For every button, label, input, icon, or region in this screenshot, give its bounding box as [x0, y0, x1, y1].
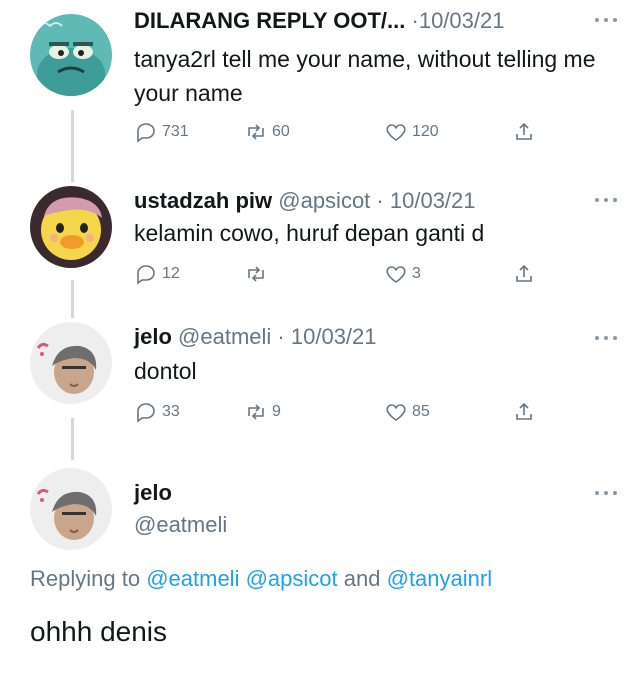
- tweet-1[interactable]: DILARANG REPLY OOT/... ·10/03/21 tanya2r…: [0, 0, 635, 170]
- reply-count: 33: [162, 403, 180, 420]
- main-author-handle[interactable]: @eatmeli: [134, 512, 227, 538]
- author-handle[interactable]: @apsicot: [278, 188, 370, 213]
- duck-avatar-icon[interactable]: [30, 186, 112, 268]
- reply-button[interactable]: 12: [134, 262, 180, 286]
- share-icon: [516, 402, 532, 420]
- retweet-button[interactable]: 9: [244, 400, 281, 424]
- girl-selfie-avatar-icon[interactable]: [30, 468, 112, 550]
- heart-icon: [386, 266, 406, 283]
- replying-to-line: Replying to @eatmeli @apsicot and @tanya…: [30, 566, 492, 592]
- like-button[interactable]: 3: [384, 262, 421, 286]
- like-count: 85: [412, 403, 430, 420]
- reply-icon: [137, 403, 155, 423]
- tweet-header: jelo @eatmeli · 10/03/21: [134, 324, 377, 350]
- mention-link[interactable]: @apsicot: [246, 566, 338, 591]
- retweet-icon: [248, 266, 264, 282]
- share-button[interactable]: [512, 120, 536, 144]
- like-count: 3: [412, 265, 421, 282]
- reply-icon: [137, 265, 155, 285]
- tweet-text: kelamin cowo, huruf depan ganti d: [134, 220, 485, 246]
- retweet-icon: [248, 404, 264, 420]
- more-options-icon[interactable]: [595, 488, 617, 498]
- tweet-date[interactable]: 10/03/21: [291, 324, 377, 349]
- main-author-name[interactable]: jelo: [134, 480, 172, 506]
- reply-button[interactable]: 33: [134, 400, 180, 424]
- separator: ·: [376, 188, 384, 213]
- tweet-actions: 33 9 85: [134, 400, 554, 428]
- tweet-3[interactable]: jelo @eatmeli · 10/03/21 dontol 33 9 85: [0, 318, 635, 438]
- tweet-date[interactable]: 10/03/21: [390, 188, 476, 213]
- like-count: 120: [412, 123, 439, 140]
- reply-button[interactable]: 731: [134, 120, 189, 144]
- heart-icon: [386, 404, 406, 421]
- tweet-header: ustadzah piw @apsicot · 10/03/21: [134, 188, 476, 214]
- author-handle[interactable]: @eatmeli: [178, 324, 271, 349]
- share-button[interactable]: [512, 400, 536, 424]
- tweet-header: DILARANG REPLY OOT/... ·10/03/21: [134, 8, 504, 34]
- separator: ·: [277, 324, 285, 349]
- share-button[interactable]: [512, 262, 536, 286]
- separator: ·: [411, 8, 419, 33]
- share-icon: [516, 264, 532, 282]
- retweet-count: 60: [272, 123, 290, 140]
- heart-icon: [386, 124, 406, 141]
- replying-prefix: Replying to: [30, 566, 141, 591]
- tweet-actions: 12 3: [134, 262, 554, 290]
- replying-and: and: [343, 566, 381, 591]
- mention-link[interactable]: @tanyainrl: [387, 566, 493, 591]
- reply-count: 731: [162, 123, 189, 140]
- tweet-text: tanya2rl tell me your name, without tell…: [134, 46, 596, 106]
- author-name[interactable]: jelo: [134, 324, 172, 349]
- retweet-icon: [248, 124, 264, 140]
- share-icon: [516, 122, 532, 140]
- more-options-icon[interactable]: [595, 333, 617, 343]
- tweet-2[interactable]: ustadzah piw @apsicot · 10/03/21 kelamin…: [0, 180, 635, 300]
- more-options-icon[interactable]: [595, 195, 617, 205]
- like-button[interactable]: 85: [384, 400, 430, 424]
- retweet-button[interactable]: 60: [244, 120, 290, 144]
- more-options-icon[interactable]: [595, 15, 617, 25]
- reply-icon: [137, 123, 155, 143]
- fish-cartoon-avatar-icon[interactable]: [30, 14, 112, 96]
- retweet-button[interactable]: [244, 262, 272, 286]
- girl-selfie-avatar-icon[interactable]: [30, 322, 112, 404]
- author-name[interactable]: DILARANG REPLY OOT/...: [134, 8, 405, 33]
- main-tweet-text: ohhh denis: [30, 616, 168, 647]
- like-button[interactable]: 120: [384, 120, 439, 144]
- tweet-actions: 731 60 120: [134, 120, 554, 148]
- tweet-date[interactable]: 10/03/21: [419, 8, 505, 33]
- reply-count: 12: [162, 265, 180, 282]
- mention-link[interactable]: @eatmeli: [146, 566, 239, 591]
- retweet-count: 9: [272, 403, 281, 420]
- author-name[interactable]: ustadzah piw: [134, 188, 272, 213]
- tweet-text: dontol: [134, 358, 197, 384]
